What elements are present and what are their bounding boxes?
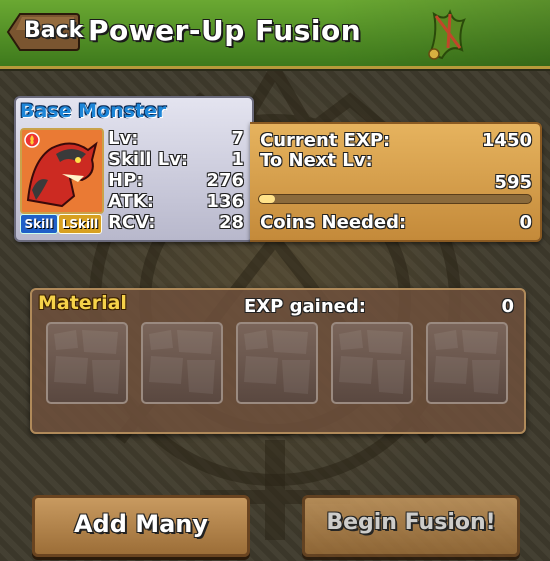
back-button[interactable]: Back: [6, 12, 84, 52]
empty-slot-icon: [339, 330, 405, 394]
next-level-value: 595: [494, 172, 532, 193]
stat-atk: ATK: 136: [108, 191, 250, 212]
stat-value: 7: [231, 128, 244, 149]
stat-hp: HP: 276: [108, 170, 250, 191]
stat-label: Skill Lv:: [108, 149, 189, 170]
exp-progress-fill: [259, 195, 276, 203]
empty-slot-icon: [434, 330, 500, 394]
exp-gained-label: EXP gained:: [244, 296, 366, 317]
material-slot-4[interactable]: [331, 322, 413, 404]
add-many-label: Add Many: [73, 510, 209, 538]
base-monster-title: Base Monster: [20, 100, 167, 122]
page-title: Power-Up Fusion: [88, 14, 362, 47]
begin-fusion-label: Begin Fusion!: [326, 510, 496, 535]
material-slot-3[interactable]: [236, 322, 318, 404]
empty-slot-icon: [149, 330, 215, 394]
material-slot-2[interactable]: [141, 322, 223, 404]
stat-rcv: RCV: 28: [108, 212, 250, 233]
stat-value: 28: [218, 212, 244, 233]
exp-progress-bar: [258, 194, 532, 204]
stat-label: HP:: [108, 170, 144, 191]
fire-attribute-icon: [24, 132, 40, 148]
material-title: Material: [38, 292, 127, 314]
add-many-button[interactable]: Add Many: [32, 495, 250, 557]
skill-badge: Skill: [20, 214, 58, 234]
stat-value: 1: [231, 149, 244, 170]
stat-label: RCV:: [108, 212, 156, 233]
material-panel: Material EXP gained: 0: [30, 288, 526, 434]
coins-needed-value: 0: [519, 212, 532, 233]
current-exp-label: Current EXP:: [260, 130, 391, 151]
current-exp-value: 1450: [481, 130, 532, 151]
material-slot-1[interactable]: [46, 322, 128, 404]
dragon-wing-icon: [428, 9, 466, 60]
exp-panel: Current EXP: 1450 To Next Lv: 595 Coins …: [250, 122, 542, 242]
empty-slot-icon: [244, 330, 310, 394]
material-slot-5[interactable]: [426, 322, 508, 404]
monster-portrait[interactable]: [20, 128, 104, 214]
stat-label: Lv:: [108, 128, 139, 149]
coins-needed-label: Coins Needed:: [260, 212, 407, 233]
base-monster-panel[interactable]: Base Monster Skill LSkill Lv: 7 Skill Lv…: [14, 96, 254, 242]
exp-gained-value: 0: [501, 296, 514, 317]
stat-value: 136: [206, 191, 244, 212]
stat-label: ATK:: [108, 191, 154, 212]
leader-skill-badge: LSkill: [58, 214, 102, 234]
stat-value: 276: [206, 170, 244, 191]
back-button-label: Back: [24, 18, 84, 43]
empty-slot-icon: [54, 330, 120, 394]
header-bar: Back Power-Up Fusion: [0, 0, 550, 69]
begin-fusion-button[interactable]: Begin Fusion!: [302, 495, 520, 557]
next-level-label: To Next Lv:: [260, 150, 373, 171]
stat-level: Lv: 7: [108, 128, 250, 149]
stat-skill-level: Skill Lv: 1: [108, 149, 250, 170]
